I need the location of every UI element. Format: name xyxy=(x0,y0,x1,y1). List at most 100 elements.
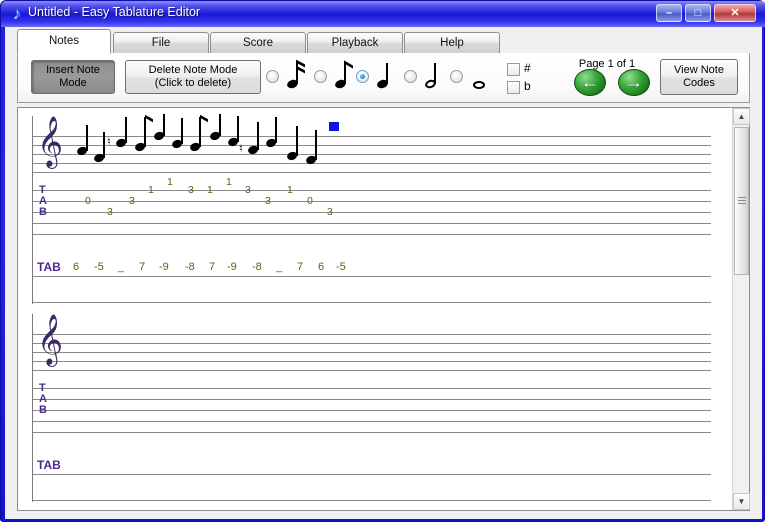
tab-codes-label: TAB xyxy=(37,260,61,274)
staff-line xyxy=(33,163,711,164)
score-scroll-area[interactable]: 𝄞 T A B TAB 0 3 3 1 1 3 1 1 3 3 1 0 3 6 … xyxy=(17,107,750,511)
scrollbar-thumb[interactable] xyxy=(734,127,749,275)
client-area: Notes File Score Playback Help Insert No… xyxy=(5,27,762,518)
tab-letter-b: B xyxy=(39,404,47,416)
staff-line xyxy=(33,361,711,362)
tab-fret-number: 3 xyxy=(245,184,251,196)
note-code: -9 xyxy=(227,261,237,273)
note-code: 7 xyxy=(209,261,216,273)
tab-fret-number: 3 xyxy=(188,184,194,196)
tab-strip: Notes File Score Playback Help xyxy=(17,29,750,54)
code-line xyxy=(33,474,711,475)
tab-fret-number: 3 xyxy=(265,195,271,207)
insert-note-mode-button[interactable]: Insert Note Mode xyxy=(31,60,115,94)
half-note-icon xyxy=(421,60,447,96)
tab-fret-number: 1 xyxy=(167,176,173,188)
sixteenth-note-icon xyxy=(283,59,309,96)
staff-system-2[interactable]: 𝄞 T A B TAB xyxy=(32,314,711,502)
duration-sixteenth-group[interactable] xyxy=(266,59,312,96)
sharp-checkbox-row[interactable]: # xyxy=(507,61,539,78)
tab-line xyxy=(33,432,711,433)
duration-half-group[interactable] xyxy=(404,60,450,96)
tab-line xyxy=(33,388,711,389)
radio-quarter-note[interactable] xyxy=(356,70,369,83)
triangle-up-icon: ▲ xyxy=(737,112,746,121)
tab-fret-number: 1 xyxy=(226,176,232,188)
tab-file[interactable]: File xyxy=(113,32,209,53)
sharp-checkbox[interactable] xyxy=(507,63,520,76)
radio-sixteenth-note[interactable] xyxy=(266,70,279,83)
maximize-button[interactable]: □ xyxy=(685,4,711,22)
note-code: -8 xyxy=(185,261,195,273)
vertical-scrollbar[interactable]: ▲ ▼ xyxy=(732,108,750,510)
close-icon: ✕ xyxy=(730,7,740,19)
staff-system-1[interactable]: 𝄞 T A B TAB 0 3 3 1 1 3 1 1 3 3 1 0 3 6 … xyxy=(32,114,711,304)
tab-help[interactable]: Help xyxy=(404,32,500,53)
arrow-left-icon: ← xyxy=(581,72,599,92)
radio-eighth-note[interactable] xyxy=(314,70,327,83)
radio-half-note[interactable] xyxy=(404,70,417,83)
tab-codes-label: TAB xyxy=(37,458,61,472)
radio-whole-note[interactable] xyxy=(450,70,463,83)
duration-eighth-group[interactable] xyxy=(314,60,360,96)
triangle-down-icon: ▼ xyxy=(737,497,746,506)
tab-fret-number: 3 xyxy=(107,206,113,218)
tab-fret-number: 1 xyxy=(287,184,293,196)
note-code: 6 xyxy=(318,261,325,273)
flat-checkbox[interactable] xyxy=(507,81,520,94)
tab-fret-number: 3 xyxy=(129,195,135,207)
tab-line xyxy=(33,223,711,224)
score-canvas[interactable]: 𝄞 T A B TAB 0 3 3 1 1 3 1 1 3 3 1 0 3 6 … xyxy=(18,108,733,510)
scroll-down-button[interactable]: ▼ xyxy=(733,493,750,510)
natural-sign-icon: ♮ xyxy=(239,143,243,155)
duration-quarter-group[interactable] xyxy=(356,60,402,96)
tab-line xyxy=(33,190,711,191)
edit-cursor-marker xyxy=(329,122,339,131)
eighth-note-icon xyxy=(331,60,357,96)
tab-fret-number: 0 xyxy=(85,195,91,207)
sharp-label: # xyxy=(524,61,531,75)
arrow-right-icon: → xyxy=(625,72,643,92)
tab-playback[interactable]: Playback xyxy=(307,32,403,53)
system-bottom-line xyxy=(33,302,711,303)
tab-score[interactable]: Score xyxy=(210,32,306,53)
previous-page-button[interactable]: ← xyxy=(574,69,606,96)
close-button[interactable]: ✕ xyxy=(714,4,756,22)
tab-fret-number: 3 xyxy=(327,206,333,218)
tab-fret-number: 1 xyxy=(148,184,154,196)
note-code: -9 xyxy=(159,261,169,273)
tab-line xyxy=(33,410,711,411)
tab-fret-number: 0 xyxy=(307,195,313,207)
tab-fret-number: 1 xyxy=(207,184,213,196)
flat-label: b xyxy=(524,79,531,93)
duration-whole-group[interactable] xyxy=(450,60,496,96)
notes-toolbar: Insert Note Mode Delete Note Mode (Click… xyxy=(17,53,750,103)
delete-note-mode-button[interactable]: Delete Note Mode (Click to delete) xyxy=(125,60,261,94)
note-code: -8 xyxy=(252,261,262,273)
title-bar[interactable]: ♪ Untitled - Easy Tablature Editor – □ ✕ xyxy=(1,1,765,27)
tab-line xyxy=(33,399,711,400)
next-page-button[interactable]: → xyxy=(618,69,650,96)
note-code: 7 xyxy=(139,261,146,273)
minimize-button[interactable]: – xyxy=(656,4,682,22)
system-bottom-line xyxy=(33,500,711,501)
application-window: ♪ Untitled - Easy Tablature Editor – □ ✕… xyxy=(0,0,765,522)
staff-line xyxy=(33,352,711,353)
toolbar-background: Insert Note Mode Delete Note Mode (Click… xyxy=(18,53,749,102)
scroll-up-button[interactable]: ▲ xyxy=(733,108,750,125)
tab-line xyxy=(33,421,711,422)
staff-line xyxy=(33,172,711,173)
note-code: 6 xyxy=(73,261,80,273)
flat-checkbox-row[interactable]: b xyxy=(507,79,539,96)
maximize-icon: □ xyxy=(694,7,702,19)
staff-line xyxy=(33,343,711,344)
tab-notes[interactable]: Notes xyxy=(17,29,111,54)
minimize-icon: – xyxy=(665,7,673,19)
status-strip xyxy=(5,514,762,519)
view-note-codes-button[interactable]: View Note Codes xyxy=(660,59,738,95)
staff-line xyxy=(33,154,711,155)
whole-note-icon xyxy=(467,60,493,96)
note-code: -5 xyxy=(336,261,346,273)
scrollbar-grip-icon xyxy=(738,197,746,204)
note-code: 7 xyxy=(297,261,304,273)
